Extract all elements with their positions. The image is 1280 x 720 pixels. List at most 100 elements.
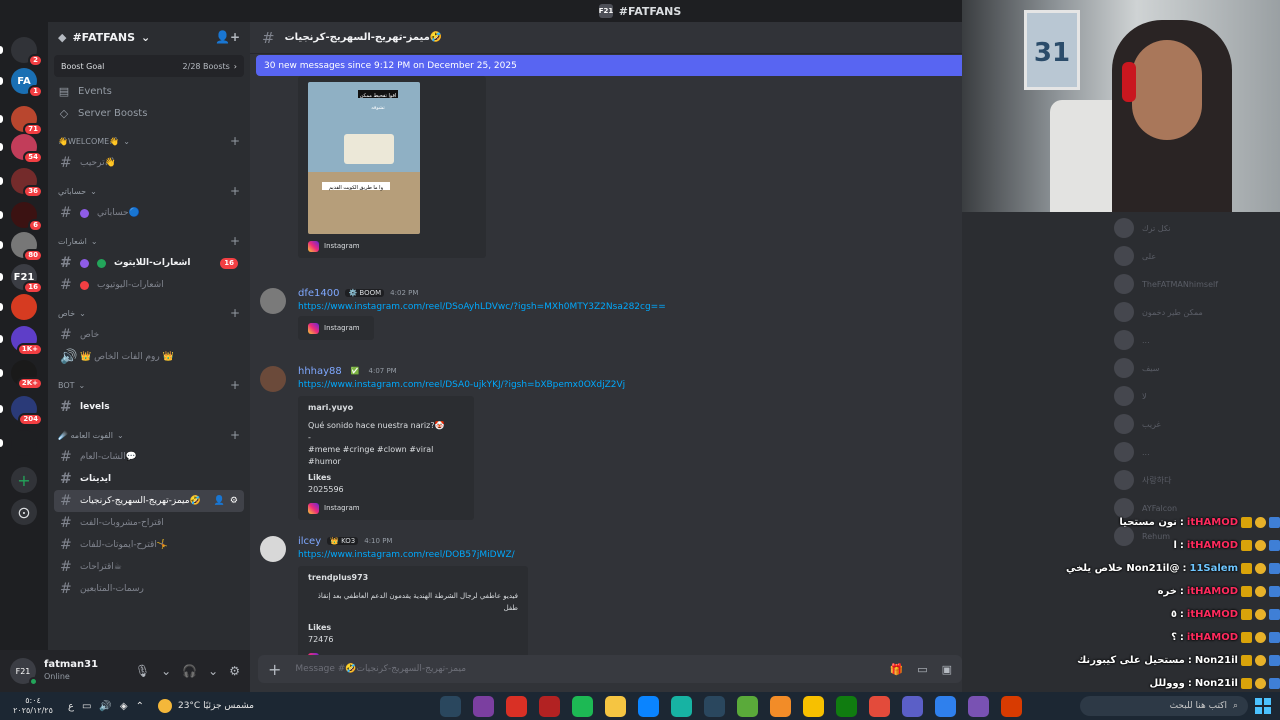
taskbar-app-icon[interactable]: [902, 696, 923, 717]
language-icon[interactable]: ع: [68, 701, 74, 712]
taskbar-clock[interactable]: ٥:٠٤ ٢٠٢٥/١٢/٢٥: [8, 696, 58, 716]
create-channel-icon[interactable]: +: [230, 184, 240, 198]
server-boosts-item[interactable]: ◇ Server Boosts: [48, 102, 250, 124]
channel-item[interactable]: # الشات-العام💬: [54, 446, 244, 468]
avatar[interactable]: [260, 536, 286, 562]
embed-author[interactable]: trendplus973: [308, 572, 518, 584]
channel-category[interactable]: BOT ⌄ +: [48, 374, 250, 396]
channel-item[interactable]: # levels: [54, 396, 244, 418]
taskbar-app-icon[interactable]: [836, 696, 857, 717]
taskbar-app-icon[interactable]: [638, 696, 659, 717]
windows-start-icon[interactable]: [1255, 698, 1271, 714]
microphone-icon[interactable]: 🎙: [135, 664, 150, 678]
member-item[interactable]: ...: [1114, 442, 1150, 462]
discord-home-icon[interactable]: 2: [11, 37, 43, 67]
chevron-down-icon[interactable]: ⌄: [208, 664, 218, 678]
server-9-icon[interactable]: 2K+: [11, 360, 43, 390]
create-channel-icon[interactable]: +: [230, 134, 240, 148]
message-author[interactable]: dfe1400: [298, 288, 339, 299]
add-attachment-icon[interactable]: +: [268, 660, 281, 679]
channel-item[interactable]: # رسمات-المتابعين: [54, 578, 244, 600]
gif-icon[interactable]: ▭: [917, 663, 927, 676]
channel-item[interactable]: # ميمز-تهريج-السهريج-كرنجيات🤣 👤 ⚙: [54, 490, 244, 512]
taskbar-app-icon[interactable]: [605, 696, 626, 717]
channel-category[interactable]: اشعارات ⌄ +: [48, 230, 250, 252]
volume-icon[interactable]: 🔊: [99, 701, 111, 712]
create-channel-icon[interactable]: +: [230, 428, 240, 442]
member-item[interactable]: سيف: [1114, 358, 1159, 378]
message-link[interactable]: https://www.instagram.com/reel/DSA0-ujkY…: [298, 378, 952, 392]
message-link[interactable]: https://www.instagram.com/reel/DSoAyhLDV…: [298, 300, 952, 314]
taskbar-app-icon[interactable]: [704, 696, 725, 717]
chevron-down-icon[interactable]: ⌄: [161, 664, 171, 678]
member-item[interactable]: ممكن طير دخمون: [1114, 302, 1203, 322]
invite-icon[interactable]: 👤: [214, 496, 225, 506]
member-item[interactable]: TheFATMANhimself: [1114, 274, 1218, 294]
boost-goal-bar[interactable]: Boost Goal 2/28 Boosts ›: [54, 55, 244, 77]
channel-category[interactable]: 👋WELCOME👋 ⌄ +: [48, 130, 250, 152]
taskbar-app-icon[interactable]: [968, 696, 989, 717]
user-info[interactable]: fatman31 Online: [44, 659, 98, 683]
headphones-icon[interactable]: 🎧: [182, 664, 197, 678]
server-11-icon[interactable]: [11, 430, 37, 456]
chevron-up-icon[interactable]: ⌃: [136, 701, 144, 712]
channel-item[interactable]: # خاص: [54, 324, 244, 346]
avatar[interactable]: [260, 366, 286, 392]
create-channel-icon[interactable]: +: [230, 306, 240, 320]
taskbar-app-icon[interactable]: [473, 696, 494, 717]
message-composer[interactable]: + Message #🤣ميمز-تهريج-السهريج-كرنجيات 🎁…: [258, 655, 962, 683]
server-7-icon[interactable]: [11, 294, 37, 320]
taskbar-app-icon[interactable]: [671, 696, 692, 717]
events-item[interactable]: ▤ Events: [48, 80, 250, 102]
channel-item[interactable]: # ايديتات: [54, 468, 244, 490]
embed-author[interactable]: mari.yuyo: [308, 402, 464, 414]
message-author[interactable]: hhhay88: [298, 366, 342, 377]
create-channel-icon[interactable]: +: [230, 378, 240, 392]
gear-icon[interactable]: ⚙: [229, 664, 240, 678]
discover-icon[interactable]: ⊙: [11, 499, 37, 525]
member-item[interactable]: 사랑하다: [1114, 470, 1171, 490]
channel-category[interactable]: ☄️ الفوت العامه ⌄ +: [48, 424, 250, 446]
channel-item[interactable]: # اشعارات-اليوتيوب: [54, 274, 244, 296]
monitor-icon[interactable]: ▭: [82, 701, 91, 712]
server-fa-icon[interactable]: FA 1: [11, 68, 43, 98]
guild-header[interactable]: ◆ #FATFANS ⌄ 👤+: [48, 22, 250, 52]
server-5-icon[interactable]: 6: [11, 202, 43, 232]
server-6-icon[interactable]: 80: [11, 232, 43, 262]
message-link[interactable]: https://www.instagram.com/reel/DOB57jMiD…: [298, 548, 952, 562]
taskbar-app-icon[interactable]: [770, 696, 791, 717]
channel-item[interactable]: # اقتراحات☕: [54, 556, 244, 578]
server-2-icon[interactable]: 71: [11, 106, 43, 136]
channel-item[interactable]: # حساباتي🔵: [54, 202, 244, 224]
taskbar-app-icon[interactable]: [506, 696, 527, 717]
message-input[interactable]: Message #🤣ميمز-تهريج-السهريج-كرنجيات: [295, 664, 466, 674]
server-8-icon[interactable]: 1K+: [11, 326, 43, 356]
server-f21-icon[interactable]: F21 16: [11, 264, 43, 294]
taskbar-app-icon[interactable]: [572, 696, 593, 717]
member-item[interactable]: ...: [1114, 330, 1150, 350]
channel-item[interactable]: # ترحيب👋: [54, 152, 244, 174]
add-server-icon[interactable]: +: [11, 467, 37, 493]
avatar[interactable]: F21: [10, 658, 38, 686]
taskbar-app-icon[interactable]: [440, 696, 461, 717]
server-3-icon[interactable]: 54: [11, 134, 43, 164]
channel-item[interactable]: # اقتراح-مشروبات-الفت: [54, 512, 244, 534]
taskbar-app-icon[interactable]: [869, 696, 890, 717]
invite-people-icon[interactable]: 👤+: [215, 30, 240, 44]
weather-widget[interactable]: 23°C مشمس جزئيًا: [157, 699, 254, 713]
video-thumbnail[interactable]: اقوا تفحيط ممكن تشوفه وا ما طريق الكويت …: [308, 82, 420, 234]
sticker-icon[interactable]: ▣: [942, 663, 952, 676]
taskbar-app-icon[interactable]: [539, 696, 560, 717]
channel-category[interactable]: خاص ⌄ +: [48, 302, 250, 324]
taskbar-app-icon[interactable]: [1001, 696, 1022, 717]
member-item[interactable]: نكل ترك: [1114, 218, 1170, 238]
member-item[interactable]: لا: [1114, 386, 1147, 406]
server-10-icon[interactable]: 204: [11, 396, 43, 426]
channel-category[interactable]: حساباتي ⌄ +: [48, 180, 250, 202]
channel-item[interactable]: 🔊 👑 روم الفات الخاص 👑: [54, 346, 244, 368]
new-messages-bar[interactable]: 30 new messages since 9:12 PM on Decembe…: [256, 55, 962, 76]
gift-icon[interactable]: 🎁: [889, 663, 903, 676]
member-item[interactable]: على: [1114, 246, 1156, 266]
gear-icon[interactable]: ⚙: [230, 496, 238, 506]
taskbar-app-icon[interactable]: [737, 696, 758, 717]
